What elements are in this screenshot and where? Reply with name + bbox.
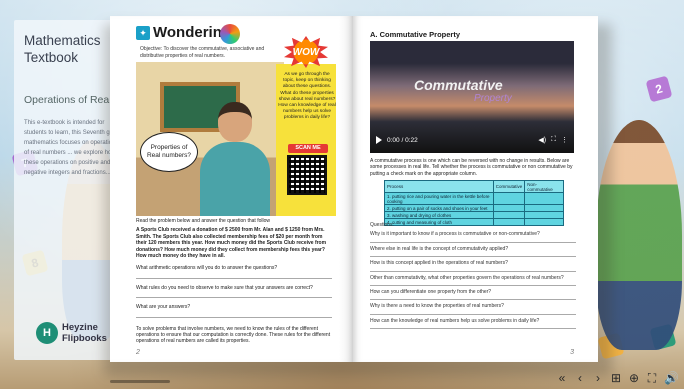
lightbulb-icon: ✦ bbox=[136, 26, 150, 40]
video-time: 0:00 / 0:22 bbox=[387, 136, 418, 144]
problem-text: A Sports Club received a donation of $ 2… bbox=[136, 227, 327, 260]
left-page-body: Read the problem below and answer the qu… bbox=[136, 218, 332, 348]
table-header-row: Process Commutative Non-commutative bbox=[384, 180, 564, 193]
page-number-right: 3 bbox=[570, 349, 574, 356]
table-header: Process bbox=[384, 180, 494, 193]
more-options-icon[interactable]: ⋮ bbox=[561, 136, 568, 144]
zoom-button[interactable]: ⊕ bbox=[628, 371, 640, 385]
page-right[interactable]: A. Commutative Property Commutative Prop… bbox=[354, 16, 598, 362]
questions-label: Questions: bbox=[370, 222, 394, 228]
table-row: 1. putting rice and pouring water in the… bbox=[384, 192, 564, 205]
heyzine-logo-icon: H bbox=[36, 322, 58, 344]
question-item: Other than commutativity, what other pro… bbox=[370, 274, 564, 281]
table-header: Commutative bbox=[492, 180, 526, 193]
next-page-button[interactable]: › bbox=[592, 371, 604, 385]
table-header: Non-commutative bbox=[524, 180, 564, 193]
objective-text: Objective: To discover the commutative, … bbox=[140, 46, 265, 59]
previous-page-button[interactable]: ‹ bbox=[574, 371, 586, 385]
question-list: What arithmetic operations will you do t… bbox=[136, 265, 332, 318]
qr-code[interactable] bbox=[287, 155, 327, 195]
sound-toggle-button[interactable]: 🔊 bbox=[664, 371, 679, 385]
classroom-illustration: Properties of Real numbers? bbox=[136, 62, 284, 216]
heyzine-brand[interactable]: H Heyzine Flipbooks bbox=[36, 322, 107, 344]
video-title: Commutative bbox=[414, 77, 503, 93]
question-item: What rules do you need to observe to mak… bbox=[136, 284, 313, 291]
process-table: Process Commutative Non-commutative 1. p… bbox=[384, 180, 564, 226]
fullscreen-icon[interactable]: ⛶ bbox=[551, 136, 556, 144]
brand-line2: Flipbooks bbox=[62, 333, 107, 344]
viewer-toolbar: « ‹ › ⊞ ⊕ ⛶ 🔊 bbox=[556, 371, 679, 385]
closing-text: To solve problems that involve numbers, … bbox=[136, 325, 331, 345]
video-subtitle: Property bbox=[474, 93, 512, 104]
first-page-button[interactable]: « bbox=[556, 371, 568, 385]
reading-progress-bar[interactable] bbox=[110, 380, 170, 383]
commutative-intro: A commutative process is one which can b… bbox=[370, 158, 573, 177]
colorful-badge-icon bbox=[220, 24, 240, 44]
flipbook: ✦ Wondering Objective: To discover the c… bbox=[110, 16, 598, 362]
section-title-commutative: A. Commutative Property bbox=[370, 30, 461, 39]
play-icon[interactable] bbox=[376, 136, 382, 144]
table-row: 2. putting on a pair of socks and shoes … bbox=[384, 204, 564, 212]
scan-me-label: SCAN ME bbox=[288, 144, 328, 153]
video-player[interactable]: Commutative Property 0:00 / 0:22 ◀) ⛶ ⋮ bbox=[370, 41, 574, 153]
cover-subtitle: Operations of Rea bbox=[24, 94, 110, 106]
page-left[interactable]: ✦ Wondering Objective: To discover the c… bbox=[110, 16, 354, 362]
instruction-text: Read the problem below and answer the qu… bbox=[136, 218, 270, 224]
fullscreen-button[interactable]: ⛶ bbox=[646, 371, 658, 385]
page-number-left: 2 bbox=[136, 349, 140, 356]
speech-bubble: Properties of Real numbers? bbox=[140, 132, 198, 172]
thumbnails-grid-button[interactable]: ⊞ bbox=[610, 371, 622, 385]
table-row: 3. washing and drying of clothes bbox=[384, 211, 564, 219]
volume-icon[interactable]: ◀) bbox=[538, 136, 546, 144]
video-controls: 0:00 / 0:22 ◀) ⛶ ⋮ bbox=[376, 135, 568, 145]
thinking-boy-illustration bbox=[200, 102, 270, 216]
brand-line1: Heyzine bbox=[62, 322, 98, 333]
right-question-list: Questions: Why is it important to know i… bbox=[370, 222, 576, 330]
wow-panel-text: As we go through the topic, keep on thin… bbox=[278, 72, 336, 121]
